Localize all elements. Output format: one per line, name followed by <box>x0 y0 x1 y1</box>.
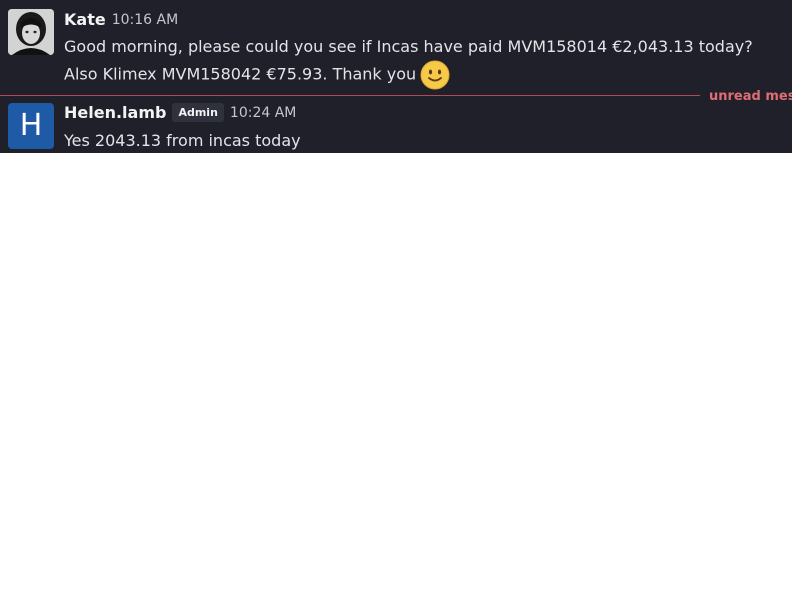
unread-divider <box>0 95 700 96</box>
timestamp[interactable]: 10:16 AM <box>112 12 178 28</box>
avatar[interactable] <box>8 9 54 55</box>
chat-message-list: Kate 10:16 AM Good morning, please could… <box>0 0 792 153</box>
message-header: Helen.lamb Admin 10:24 AM <box>64 103 296 122</box>
message-text: Good morning, please could you see if In… <box>64 34 780 90</box>
role-badge: Admin <box>172 103 224 122</box>
message-body: Good morning, please could you see if In… <box>64 37 753 84</box>
author-name[interactable]: Kate <box>64 10 106 29</box>
slightly-smiling-face-icon[interactable] <box>420 60 450 90</box>
message-header: Kate 10:16 AM <box>64 10 178 29</box>
avatar[interactable]: H <box>8 103 54 149</box>
timestamp[interactable]: 10:24 AM <box>230 105 296 121</box>
message-text: Yes 2043.13 from incas today <box>64 128 780 153</box>
message-body: Yes 2043.13 from incas today <box>64 131 301 150</box>
author-name[interactable]: Helen.lamb <box>64 103 166 122</box>
user-photo-icon <box>8 9 54 55</box>
message-item[interactable]: H Helen.lamb Admin 10:24 AM Yes 2043.13 … <box>0 100 792 153</box>
message-item[interactable]: Kate 10:16 AM Good morning, please could… <box>0 0 792 92</box>
